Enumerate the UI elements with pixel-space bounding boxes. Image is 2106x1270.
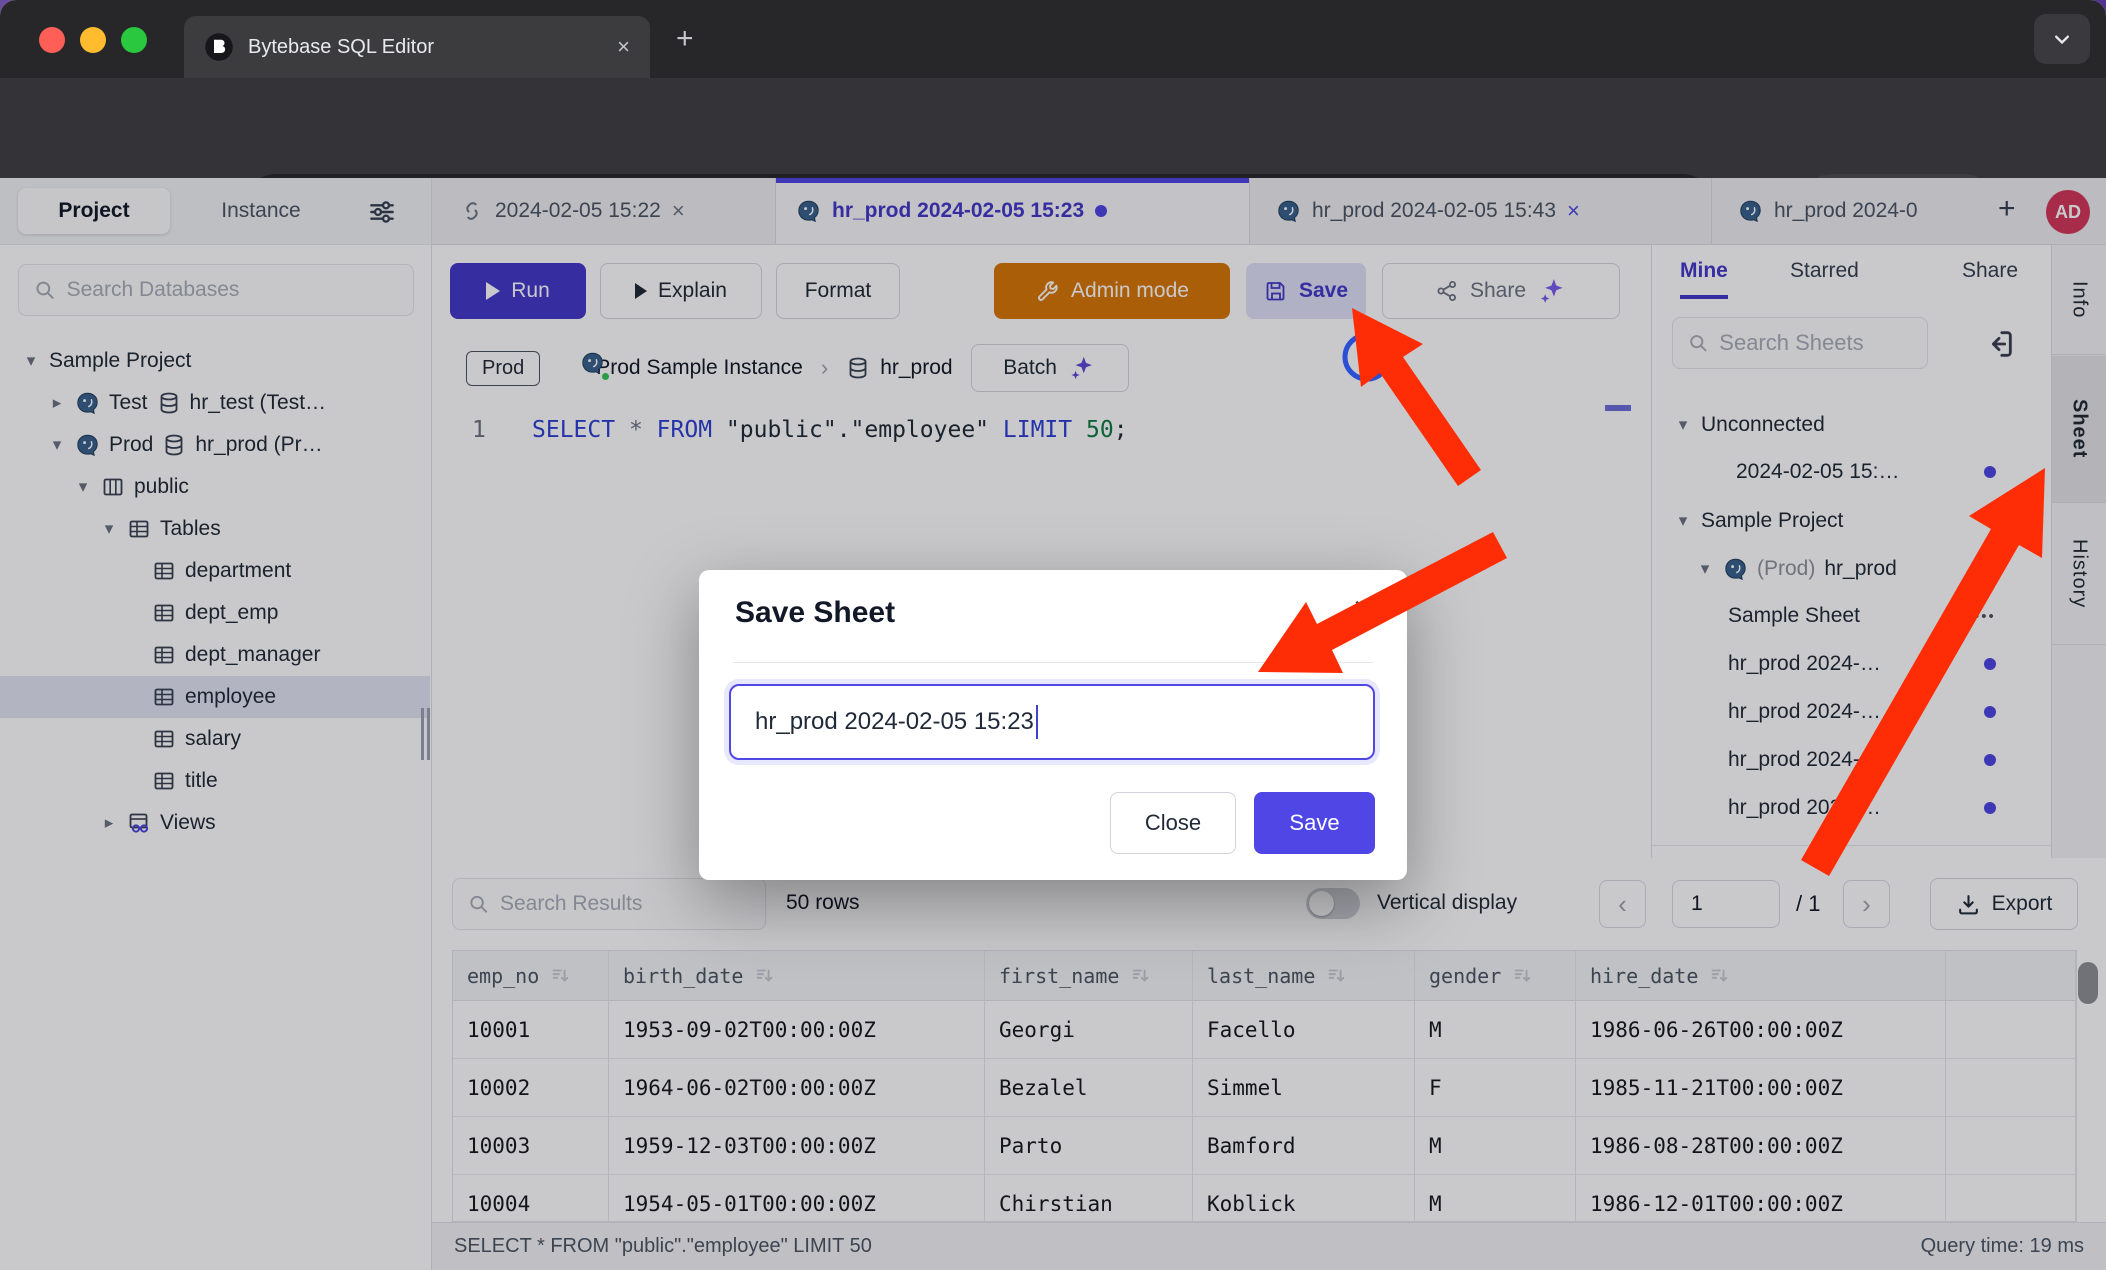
chevron-down-icon <box>2048 25 2076 53</box>
traffic-light-minimize[interactable] <box>80 27 106 53</box>
tab-search-button[interactable] <box>2034 14 2090 64</box>
new-tab-icon[interactable]: + <box>676 22 694 56</box>
traffic-light-close[interactable] <box>39 27 65 53</box>
sheet-name-input[interactable]: hr_prod 2024-02-05 15:23 <box>729 684 1375 760</box>
dialog-close-button[interactable]: Close <box>1110 792 1236 854</box>
browser-tab-title: Bytebase SQL Editor <box>248 36 603 59</box>
save-sheet-dialog: Save Sheet × hr_prod 2024-02-05 15:23 Cl… <box>699 570 1407 880</box>
traffic-light-zoom[interactable] <box>121 27 147 53</box>
browser-tab[interactable]: Bytebase SQL Editor × <box>184 16 650 78</box>
dialog-close-icon[interactable]: × <box>1353 590 1373 629</box>
dialog-divider <box>733 662 1373 663</box>
dialog-title: Save Sheet <box>735 596 895 630</box>
dialog-save-button[interactable]: Save <box>1254 792 1375 854</box>
text-cursor <box>1036 705 1039 739</box>
browser-titlebar: Bytebase SQL Editor × + <box>0 0 2106 78</box>
browser-toolbar: localhost:8080/sql-editor/prod-sample-in… <box>0 78 2106 178</box>
bytebase-favicon <box>204 32 234 62</box>
browser-tab-close-icon[interactable]: × <box>617 34 630 60</box>
browser-window: Bytebase SQL Editor × + localhost:8080/s… <box>0 0 2106 1270</box>
